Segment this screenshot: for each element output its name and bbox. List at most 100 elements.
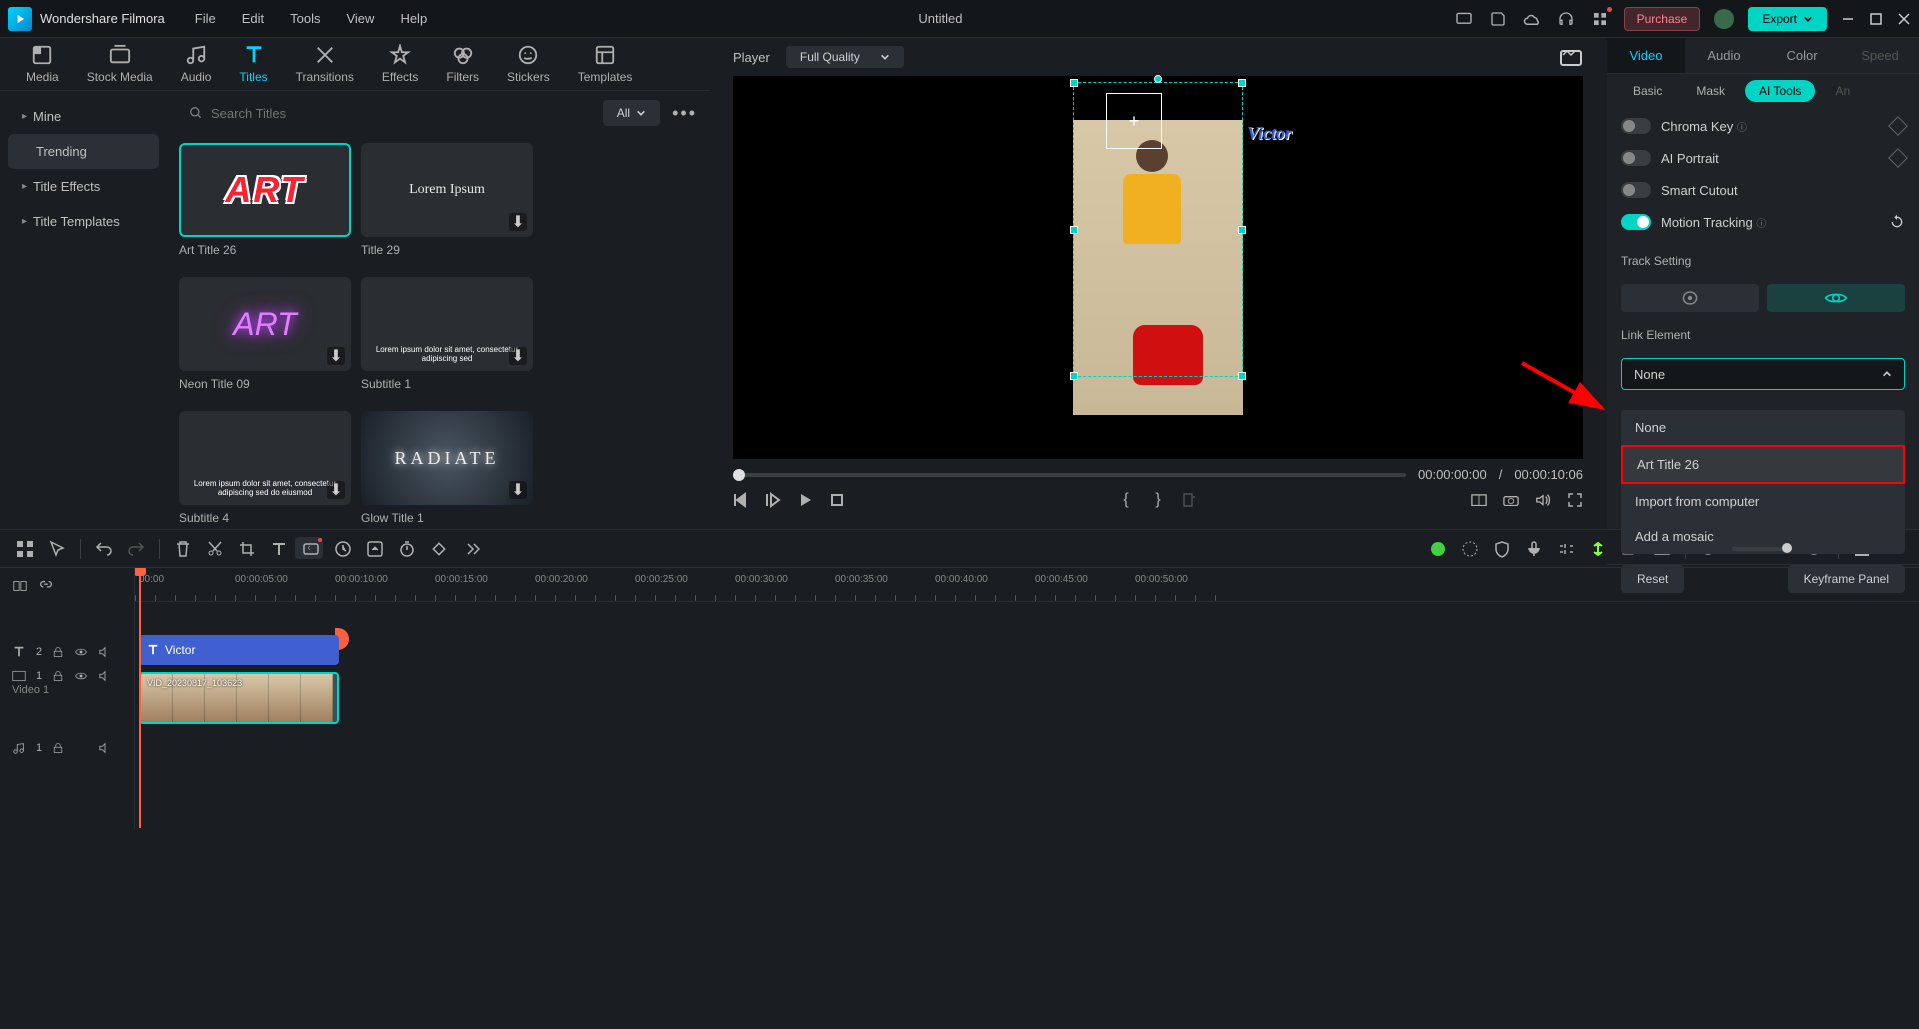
- play-icon[interactable]: [797, 492, 813, 508]
- menu-view[interactable]: View: [346, 11, 374, 26]
- delete-icon[interactable]: [174, 540, 192, 558]
- tab-audio[interactable]: Audio: [167, 38, 226, 90]
- download-icon[interactable]: ⬇: [509, 481, 527, 499]
- sidebar-title-templates[interactable]: ▸Title Templates: [8, 204, 159, 239]
- track-eye-button[interactable]: [1767, 284, 1905, 312]
- crop-icon[interactable]: [238, 540, 256, 558]
- voiceover-icon[interactable]: [1182, 492, 1198, 508]
- tab-audio-right[interactable]: Audio: [1685, 38, 1763, 73]
- sidebar-mine[interactable]: ▸Mine: [8, 99, 159, 134]
- download-icon[interactable]: ⬇: [509, 347, 527, 365]
- user-avatar[interactable]: [1714, 9, 1734, 29]
- undo-icon[interactable]: [95, 540, 113, 558]
- headset-icon[interactable]: [1556, 9, 1576, 29]
- menu-tools[interactable]: Tools: [290, 11, 320, 26]
- subtab-mask[interactable]: Mask: [1682, 80, 1739, 102]
- smart-cutout-toggle[interactable]: [1621, 182, 1651, 198]
- playhead[interactable]: [139, 568, 141, 828]
- title-item-subtitle-4[interactable]: Lorem ipsum dolor sit amet, consectetur …: [179, 411, 351, 525]
- link2-icon[interactable]: [38, 578, 54, 594]
- apps-icon[interactable]: [1590, 9, 1610, 29]
- keyframe-tl-icon[interactable]: [430, 540, 448, 558]
- tab-filters[interactable]: Filters: [432, 38, 493, 90]
- purchase-button[interactable]: Purchase: [1624, 7, 1701, 31]
- cursor-icon[interactable]: [48, 540, 66, 558]
- link-element-select[interactable]: None: [1621, 358, 1905, 390]
- tab-titles[interactable]: Titles: [225, 38, 281, 90]
- title-item-neon-title-09[interactable]: ART⬇ Neon Title 09: [179, 277, 351, 391]
- ai-portrait-toggle[interactable]: [1621, 150, 1651, 166]
- keyframe-icon[interactable]: [1888, 116, 1908, 136]
- tab-speed[interactable]: Speed: [1841, 38, 1919, 73]
- timeline-ruler[interactable]: 00:00 00:00:05:00 00:00:10:00 00:00:15:0…: [135, 568, 1919, 602]
- cut-icon[interactable]: [206, 540, 224, 558]
- tab-transitions[interactable]: Transitions: [282, 38, 368, 90]
- filter-dropdown[interactable]: All: [603, 100, 660, 126]
- quality-dropdown[interactable]: Full Quality: [786, 46, 904, 68]
- more-icon[interactable]: •••: [672, 103, 697, 124]
- snapshot-icon[interactable]: [1559, 47, 1583, 67]
- dropdown-option-art-title-26[interactable]: Art Title 26: [1621, 445, 1905, 484]
- text-tool-icon[interactable]: [270, 540, 288, 558]
- tracking-target-box[interactable]: +: [1106, 93, 1162, 149]
- sidebar-trending[interactable]: Trending: [8, 134, 159, 169]
- record-icon[interactable]: [302, 540, 320, 558]
- title-item-art-title-26[interactable]: ART Art Title 26: [179, 143, 351, 257]
- screen-icon[interactable]: [1454, 9, 1474, 29]
- video-preview[interactable]: + Victor: [733, 76, 1583, 459]
- lock-icon[interactable]: [52, 670, 64, 682]
- mute-icon[interactable]: [98, 670, 112, 682]
- menu-file[interactable]: File: [195, 11, 216, 26]
- cloud-icon[interactable]: [1522, 9, 1542, 29]
- video-track[interactable]: VID_20230817_103623: [135, 668, 1919, 728]
- keyframe-icon[interactable]: [1888, 148, 1908, 168]
- title-item-title-29[interactable]: Lorem Ipsum⬇ Title 29: [361, 143, 533, 257]
- audio-mix-icon[interactable]: [1557, 540, 1575, 558]
- play-backward-icon[interactable]: [765, 492, 781, 508]
- color-icon-tl[interactable]: [366, 540, 384, 558]
- stop-icon[interactable]: [829, 492, 845, 508]
- visibility-icon[interactable]: [74, 646, 88, 658]
- menu-help[interactable]: Help: [400, 11, 427, 26]
- search-input[interactable]: [211, 106, 549, 121]
- mic-icon[interactable]: [1525, 540, 1543, 558]
- save-icon[interactable]: [1488, 9, 1508, 29]
- export-button[interactable]: Export: [1748, 7, 1827, 31]
- compare-icon[interactable]: [1471, 492, 1487, 508]
- title-item-glow-title-1[interactable]: RADIATE⬇ Glow Title 1: [361, 411, 533, 525]
- speed-icon-tl[interactable]: [334, 540, 352, 558]
- audio-track[interactable]: [135, 728, 1919, 764]
- mark-in-icon[interactable]: {: [1118, 492, 1134, 508]
- adjust-icon[interactable]: [1461, 540, 1479, 558]
- lock-icon[interactable]: [52, 742, 64, 754]
- timer-icon[interactable]: [398, 540, 416, 558]
- prev-frame-icon[interactable]: [733, 492, 749, 508]
- redo-icon[interactable]: [127, 540, 145, 558]
- subtab-animation[interactable]: An: [1821, 80, 1864, 102]
- maximize-button[interactable]: [1869, 12, 1883, 26]
- tab-stock-media[interactable]: Stock Media: [73, 38, 167, 90]
- seek-bar[interactable]: [733, 473, 1406, 477]
- sidebar-title-effects[interactable]: ▸Title Effects: [8, 169, 159, 204]
- link-icon[interactable]: [12, 578, 28, 594]
- menu-edit[interactable]: Edit: [242, 11, 264, 26]
- mute-icon[interactable]: [98, 646, 112, 658]
- lock-icon[interactable]: [52, 646, 64, 658]
- video-clip[interactable]: VID_20230817_103623: [139, 672, 339, 724]
- title-item-subtitle-1[interactable]: Lorem ipsum dolor sit amet, consectetur …: [361, 277, 533, 391]
- fullscreen-icon[interactable]: [1567, 492, 1583, 508]
- mute-icon[interactable]: [98, 742, 112, 754]
- dropdown-option-import[interactable]: Import from computer: [1621, 484, 1905, 519]
- marker-icon[interactable]: [1589, 540, 1607, 558]
- more-tl-icon[interactable]: [462, 540, 480, 558]
- tab-effects[interactable]: Effects: [368, 38, 432, 90]
- green-screen-icon[interactable]: [1429, 540, 1447, 558]
- subtab-basic[interactable]: Basic: [1619, 80, 1676, 102]
- camera-icon[interactable]: [1503, 492, 1519, 508]
- tab-color[interactable]: Color: [1763, 38, 1841, 73]
- tab-templates[interactable]: Templates: [564, 38, 647, 90]
- reset-icon[interactable]: [1889, 214, 1905, 230]
- chroma-key-toggle[interactable]: [1621, 118, 1651, 134]
- title-clip[interactable]: Victor: [139, 635, 339, 665]
- volume-icon[interactable]: [1535, 492, 1551, 508]
